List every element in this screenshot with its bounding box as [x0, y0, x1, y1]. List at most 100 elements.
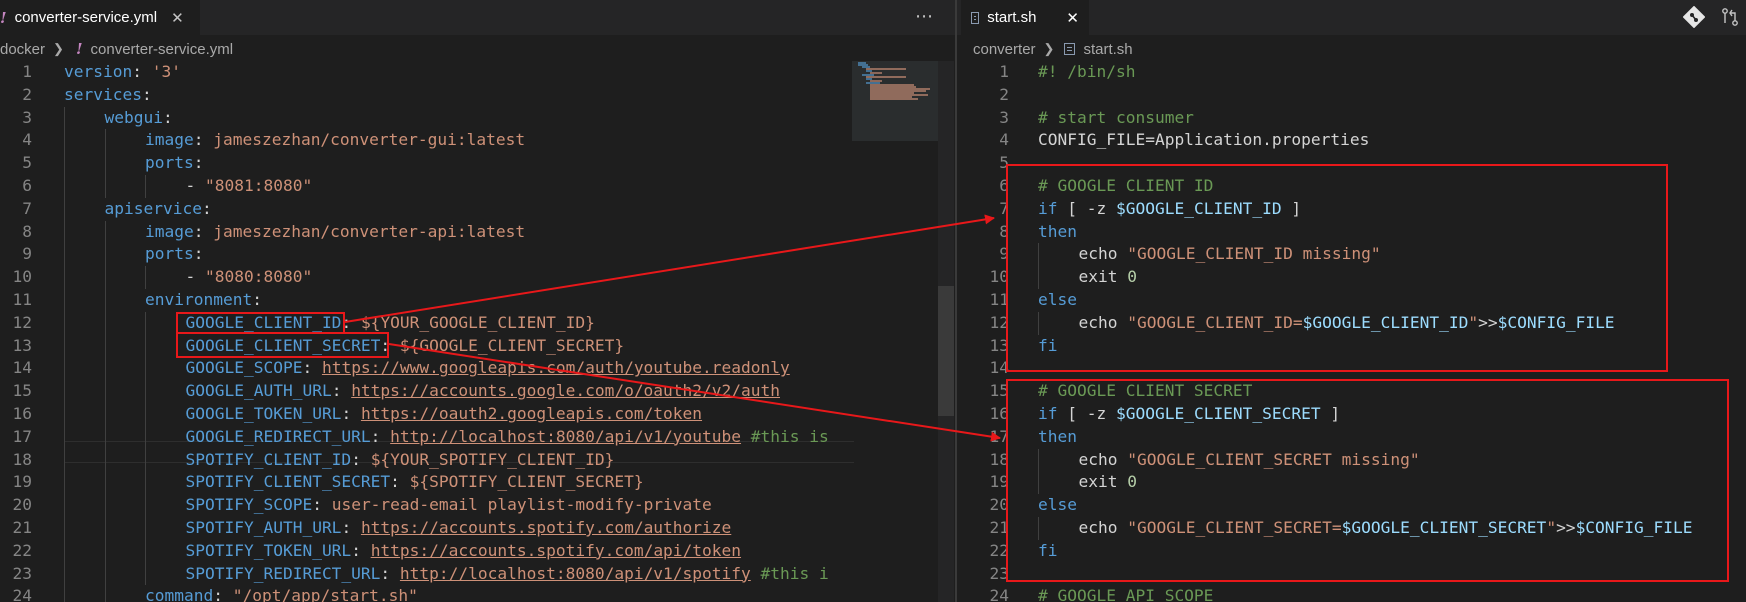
code-token: : — [341, 404, 361, 423]
code-line[interactable]: 9 ports: — [0, 243, 850, 267]
indent-guide — [104, 517, 106, 540]
code-line[interactable]: 14 GOOGLE_SCOPE: https://www.googleapis.c… — [0, 357, 850, 381]
close-icon[interactable]: ✕ — [1066, 9, 1079, 27]
code-line[interactable]: 2 services: — [0, 84, 850, 107]
left-tab-bar: ! converter-service.yml ✕ ⋯ — [0, 0, 955, 35]
line-number: 24 — [989, 586, 1010, 602]
code-token: http://localhost:8080/api/v1/spotify — [399, 563, 751, 583]
code-token: GOOGLE_AUTH_URL — [185, 381, 332, 401]
indent-guide — [145, 311, 146, 335]
code-line[interactable]: 5 ports: — [0, 152, 850, 175]
line-number: 6 — [22, 176, 32, 195]
breadcrumb-file[interactable]: start.sh — [1083, 41, 1132, 58]
code-line[interactable]: 1 #! /bin/sh — [957, 61, 1746, 84]
code-text: - "8081:8080" — [186, 175, 313, 198]
code-line[interactable]: 19 SPOTIFY_CLIENT_SECRET: ${SPOTIFY_CLIEN… — [0, 471, 850, 495]
chevron-right-icon: ❯ — [53, 41, 64, 56]
indent-guide — [64, 403, 65, 426]
code-line[interactable]: 7 apiservice: — [0, 197, 850, 221]
minimap[interactable] — [852, 61, 940, 141]
indent-guide — [104, 539, 106, 563]
code-line[interactable]: 16 GOOGLE_TOKEN_URL: https://oauth2.googl… — [0, 403, 850, 426]
code-token: : — [201, 198, 212, 218]
line-number: 21 — [989, 518, 1010, 537]
code-line[interactable]: 11 environment: — [0, 289, 850, 312]
more-actions-icon[interactable]: ⋯ — [912, 5, 936, 29]
breadcrumb: docker ❯ ! converter-service.yml — [0, 38, 233, 60]
code-line[interactable]: 24 # GOOGLE API SCOPE — [957, 585, 1746, 602]
code-line[interactable]: 15 GOOGLE_AUTH_URL: https://accounts.goog… — [0, 380, 850, 403]
code-token: image — [145, 221, 194, 241]
tab-title: converter-service.yml — [14, 9, 158, 26]
code-token: https://www.googleapis.com/auth/youtube.… — [321, 358, 790, 378]
code-line[interactable]: 10 - "8080:8080" — [0, 266, 850, 289]
code-line[interactable]: 18 SPOTIFY_CLIENT_ID: ${YOUR_SPOTIFY_CLIE… — [0, 448, 850, 472]
code-line[interactable]: 3 # start consumer — [957, 107, 1746, 130]
line-number: 14 — [12, 358, 33, 378]
line-number: 17 — [12, 426, 33, 446]
breadcrumb-folder[interactable]: converter — [973, 41, 1036, 58]
code-token: ${SPOTIFY_CLIENT_SECRET} — [409, 472, 644, 492]
code-text: environment: — [145, 289, 262, 312]
tab-start-sh[interactable]: start.sh ✕ — [961, 0, 1089, 35]
code-token: CONFIG_FILE=Application.properties — [1038, 130, 1370, 150]
indent-guide — [145, 403, 146, 426]
code-line[interactable]: 6 - "8081:8080" — [0, 175, 850, 198]
open-changes-icon[interactable] — [1719, 6, 1741, 28]
code-text: services: — [64, 84, 152, 107]
code-line[interactable]: 17 GOOGLE_REDIRECT_URL: http://localhost:… — [0, 425, 850, 449]
indent-guide — [64, 289, 65, 312]
code-token: ${GOOGLE_CLIENT_SECRET} — [399, 335, 625, 355]
indent-guide — [64, 425, 65, 449]
code-line[interactable]: 4 image: jameszezhan/converter-gui:latest — [0, 129, 850, 153]
tab-converter-service-yml[interactable]: ! converter-service.yml ✕ — [0, 0, 200, 35]
code-line[interactable]: 4 CONFIG_FILE=Application.properties — [957, 129, 1746, 152]
code-line[interactable]: 24 command: "/opt/app/start.sh" — [0, 585, 850, 602]
line-number: 13 — [989, 335, 1010, 355]
code-line[interactable]: 13 GOOGLE_CLIENT_SECRET: ${GOOGLE_CLIENT_… — [0, 334, 850, 358]
code-line[interactable]: 8 image: jameszezhan/converter-api:latest — [0, 220, 850, 244]
line-number: 17 — [989, 426, 1010, 446]
vertical-scrollbar[interactable] — [938, 61, 954, 602]
indent-guide — [64, 448, 65, 472]
line-number: 12 — [12, 312, 33, 332]
code-token: : — [312, 495, 332, 515]
minimap-preview — [858, 62, 930, 100]
code-token: : — [162, 107, 173, 127]
indent-guide — [145, 517, 146, 540]
code-text: ports: — [145, 152, 203, 175]
scrollbar-thumb[interactable] — [938, 286, 954, 416]
chevron-right-icon: ❯ — [1043, 41, 1055, 56]
indent-guide — [104, 243, 106, 267]
code-text: version: '3' — [64, 61, 181, 84]
yaml-code-area[interactable]: 1 version: '3' 2 services: 3 webgui: 4 image: j… — [0, 61, 955, 602]
code-line[interactable]: 23 SPOTIFY_REDIRECT_URL: http://localhost… — [0, 562, 850, 586]
code-token: '3' — [151, 62, 181, 81]
line-number: 7 — [999, 198, 1009, 218]
yaml-file-icon: ! — [0, 8, 7, 27]
code-line[interactable]: 20 SPOTIFY_SCOPE: user-read-email playlis… — [0, 494, 850, 517]
line-number: 19 — [12, 472, 33, 492]
breadcrumb-file[interactable]: converter-service.yml — [91, 41, 234, 58]
code-token: environment — [145, 290, 253, 309]
code-token: : — [193, 244, 204, 264]
code-line[interactable]: 12 GOOGLE_CLIENT_ID: ${YOUR_GOOGLE_CLIENT… — [0, 311, 850, 335]
code-line[interactable]: 22 SPOTIFY_TOKEN_URL: https://accounts.sp… — [0, 539, 850, 563]
code-token: SPOTIFY_CLIENT_SECRET — [185, 472, 391, 492]
code-token: jameszezhan/converter-gui:latest — [213, 130, 526, 150]
code-line[interactable]: 1 version: '3' — [0, 61, 850, 84]
git-compare-icon[interactable] — [1683, 6, 1705, 28]
code-text: # start consumer — [1038, 107, 1194, 130]
code-line[interactable]: 2 — [957, 84, 1746, 107]
code-line[interactable]: 21 SPOTIFY_AUTH_URL: https://accounts.spo… — [0, 517, 850, 540]
indent-guide — [145, 425, 146, 449]
close-icon[interactable]: ✕ — [171, 9, 184, 27]
code-token: GOOGLE_SCOPE — [185, 358, 303, 378]
right-tab-bar: start.sh ✕ — [957, 0, 1746, 35]
indent-guide — [104, 311, 106, 335]
code-line[interactable]: 3 webgui: — [0, 106, 850, 130]
indent-guide — [104, 562, 106, 586]
line-number: 5 — [22, 153, 32, 173]
indent-guide — [64, 539, 65, 563]
breadcrumb-folder[interactable]: docker — [0, 41, 45, 58]
